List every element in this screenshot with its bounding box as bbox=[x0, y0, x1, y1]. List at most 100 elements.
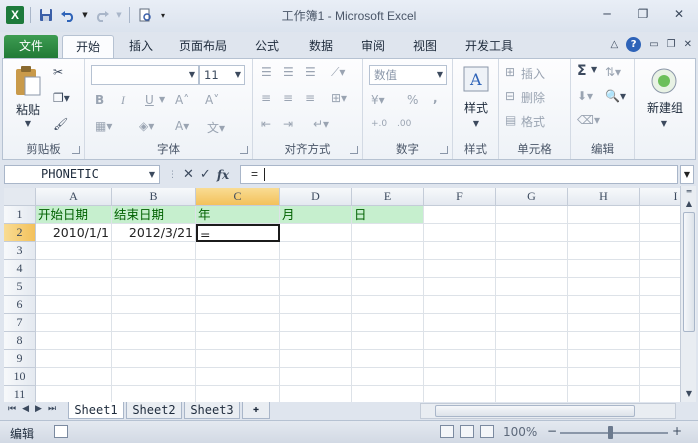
decrease-font-icon[interactable]: A˅ bbox=[205, 93, 219, 107]
grid-cell[interactable] bbox=[568, 242, 640, 260]
grid-cell[interactable] bbox=[352, 368, 424, 386]
resize-handle-icon[interactable]: ⋮ bbox=[168, 170, 177, 180]
align-right-icon[interactable]: ≡ bbox=[305, 91, 315, 105]
italic-button[interactable]: I bbox=[121, 93, 125, 108]
new-group-button[interactable]: 新建组 bbox=[637, 99, 693, 116]
grid-cell[interactable] bbox=[352, 296, 424, 314]
zoom-slider[interactable] bbox=[560, 432, 668, 434]
sheet-tab-sheet1[interactable]: Sheet1 bbox=[68, 402, 124, 419]
zoom-level[interactable]: 100% bbox=[503, 425, 537, 439]
grid-cell[interactable] bbox=[640, 278, 680, 296]
grid-cell[interactable] bbox=[568, 278, 640, 296]
decrease-decimal-icon[interactable]: .00 bbox=[397, 119, 411, 129]
format-cells-icon[interactable]: ▤ bbox=[505, 113, 516, 127]
grid-cell[interactable] bbox=[496, 368, 568, 386]
row-header-6[interactable]: 6 bbox=[4, 296, 36, 314]
bold-button[interactable]: B bbox=[95, 93, 104, 107]
grid-cell[interactable] bbox=[424, 296, 496, 314]
column-header-h[interactable]: H bbox=[568, 188, 640, 206]
help-icon[interactable]: ? bbox=[626, 37, 642, 52]
row-header-3[interactable]: 3 bbox=[4, 242, 36, 260]
grid-cell[interactable] bbox=[36, 242, 112, 260]
sheet-tab-sheet2[interactable]: Sheet2 bbox=[126, 402, 182, 419]
increase-indent-icon[interactable]: ⇥ bbox=[283, 117, 293, 131]
insert-cells-icon[interactable]: ⊞ bbox=[505, 65, 515, 79]
row-header-2[interactable]: 2 bbox=[4, 224, 36, 242]
tab-formulas[interactable]: 公式 bbox=[244, 35, 290, 58]
grid-cell[interactable] bbox=[424, 368, 496, 386]
last-sheet-icon[interactable]: ⏭ bbox=[48, 404, 56, 414]
grid-cell[interactable] bbox=[568, 296, 640, 314]
grid-cell[interactable] bbox=[196, 350, 280, 368]
zoom-out-icon[interactable]: − bbox=[547, 424, 557, 438]
grid-cell[interactable] bbox=[424, 350, 496, 368]
minimize-icon[interactable]: ─ bbox=[596, 6, 618, 22]
insert-function-icon[interactable]: fx bbox=[217, 168, 229, 182]
row-header-1[interactable]: 1 bbox=[4, 206, 36, 224]
alignment-launcher-icon[interactable] bbox=[350, 146, 358, 154]
row-header-11[interactable]: 11 bbox=[4, 386, 36, 402]
grid-cell[interactable] bbox=[496, 260, 568, 278]
font-name-combo[interactable]: ▼ bbox=[91, 65, 199, 85]
sort-filter-icon[interactable]: ⇅▾ bbox=[605, 65, 621, 79]
grid-cell[interactable] bbox=[196, 260, 280, 278]
sheet-tab-sheet3[interactable]: Sheet3 bbox=[184, 402, 240, 419]
cell-a1[interactable]: 开始日期 bbox=[36, 206, 112, 224]
grid-cell[interactable] bbox=[112, 332, 196, 350]
scroll-down-icon[interactable]: ▼ bbox=[682, 388, 696, 400]
tab-view[interactable]: 视图 bbox=[402, 35, 448, 58]
grid-cell[interactable] bbox=[196, 278, 280, 296]
grid-cell[interactable] bbox=[352, 332, 424, 350]
grid-cell[interactable] bbox=[196, 296, 280, 314]
cancel-icon[interactable]: ✕ bbox=[183, 167, 194, 182]
grid-cell[interactable] bbox=[280, 242, 352, 260]
grid-cell[interactable] bbox=[424, 242, 496, 260]
grid-cell[interactable] bbox=[36, 386, 112, 402]
grid-cell[interactable] bbox=[280, 224, 352, 242]
merge-center-icon[interactable]: ⊞▾ bbox=[331, 91, 347, 105]
cell-c2[interactable]: = bbox=[196, 224, 280, 242]
row-header-4[interactable]: 4 bbox=[4, 260, 36, 278]
cell-d1[interactable]: 月 bbox=[280, 206, 352, 224]
find-select-icon[interactable]: 🔍▾ bbox=[605, 89, 626, 103]
minimize-ribbon-icon[interactable]: △ bbox=[610, 39, 618, 50]
grid-cell[interactable] bbox=[196, 242, 280, 260]
column-header-f[interactable]: F bbox=[424, 188, 496, 206]
grid-cell[interactable] bbox=[496, 386, 568, 402]
grid-cell[interactable] bbox=[112, 386, 196, 402]
grid-cell[interactable] bbox=[280, 332, 352, 350]
insert-button[interactable]: 插入 bbox=[521, 65, 545, 82]
workbook-close-icon[interactable]: ✕ bbox=[684, 39, 692, 50]
workbook-minimize-icon[interactable]: ▭ bbox=[649, 39, 658, 50]
column-header-e[interactable]: E bbox=[352, 188, 424, 206]
font-size-combo[interactable]: 11 ▼ bbox=[199, 65, 245, 85]
grid-cell[interactable] bbox=[36, 278, 112, 296]
vertical-scrollbar[interactable]: ═ ▲ ▼ bbox=[680, 186, 696, 402]
font-launcher-icon[interactable] bbox=[240, 146, 248, 154]
number-launcher-icon[interactable] bbox=[440, 146, 448, 154]
tab-developer[interactable]: 开发工具 bbox=[456, 35, 522, 58]
next-sheet-icon[interactable]: ▶ bbox=[35, 404, 42, 414]
paste-button[interactable]: 粘贴 bbox=[9, 101, 47, 118]
grid-cell[interactable] bbox=[112, 296, 196, 314]
expand-formula-bar-icon[interactable]: ▼ bbox=[680, 165, 694, 184]
cell-c1[interactable]: 年 bbox=[196, 206, 280, 224]
grid-cell[interactable] bbox=[640, 296, 680, 314]
split-handle-icon[interactable]: ═ bbox=[682, 186, 696, 198]
grid-cell[interactable] bbox=[496, 296, 568, 314]
grid-cell[interactable] bbox=[568, 332, 640, 350]
grid-cell[interactable] bbox=[112, 350, 196, 368]
format-painter-icon[interactable]: 🖌 bbox=[53, 117, 68, 131]
align-middle-icon[interactable]: ☰ bbox=[283, 65, 294, 79]
grid-cell[interactable] bbox=[424, 260, 496, 278]
clipboard-launcher-icon[interactable] bbox=[72, 146, 80, 154]
orientation-icon[interactable]: ⟋▾ bbox=[331, 65, 345, 80]
comma-button[interactable]: , bbox=[433, 91, 438, 105]
horizontal-scroll-thumb[interactable] bbox=[435, 405, 635, 417]
grid-cell[interactable] bbox=[640, 350, 680, 368]
column-header-c[interactable]: C bbox=[196, 188, 280, 206]
prev-sheet-icon[interactable]: ◀ bbox=[22, 404, 29, 414]
format-button[interactable]: 格式 bbox=[521, 113, 545, 130]
page-break-view-icon[interactable] bbox=[480, 425, 494, 438]
grid-cell[interactable] bbox=[112, 278, 196, 296]
